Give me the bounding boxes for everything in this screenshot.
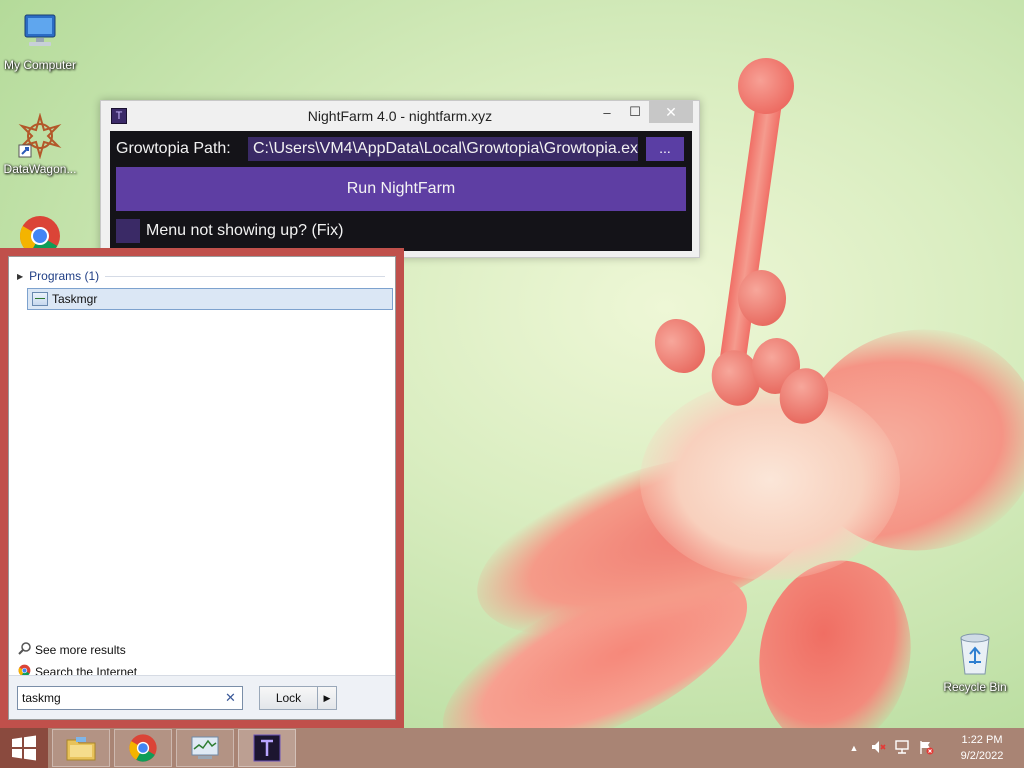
taskbar: ▲ 1:22 PM 9/2/2022 xyxy=(0,728,1024,768)
recycle-bin-icon xyxy=(951,630,999,678)
folder-icon xyxy=(66,737,96,761)
search-input[interactable] xyxy=(17,686,243,710)
see-more-results-link[interactable]: See more results xyxy=(17,642,126,658)
action-center-flag-icon[interactable] xyxy=(916,739,936,758)
search-result-taskmgr[interactable]: Taskmgr xyxy=(27,288,393,310)
result-label: Taskmgr xyxy=(52,292,98,306)
nightfarm-window: T NightFarm 4.0 - nightfarm.xyz – ☐ ✕ Gr… xyxy=(100,100,700,258)
power-options-arrow-icon[interactable]: ▶ xyxy=(318,687,336,709)
taskbar-chrome[interactable] xyxy=(114,729,172,767)
window-title: NightFarm 4.0 - nightfarm.xyz xyxy=(307,108,493,124)
fix-label[interactable]: Menu not showing up? (Fix) xyxy=(146,222,343,240)
clock-date: 9/2/2022 xyxy=(960,750,1004,762)
windows-logo-icon xyxy=(12,735,36,761)
maximize-button[interactable]: ☐ xyxy=(621,101,649,123)
task-manager-icon xyxy=(32,292,48,306)
search-bar: ✕ Lock ▶ xyxy=(9,675,395,719)
datawagon-icon xyxy=(16,112,64,160)
run-button[interactable]: Run NightFarm xyxy=(116,167,686,211)
programs-section-header[interactable]: ▶ Programs (1) xyxy=(17,269,385,283)
network-icon[interactable] xyxy=(892,739,912,758)
desktop-icon-datawagon[interactable]: DataWagon... xyxy=(0,112,80,176)
desktop-icon-label: Recycle Bin xyxy=(943,680,1007,694)
desktop-icon-label: DataWagon... xyxy=(3,162,77,176)
chrome-icon xyxy=(129,734,157,762)
window-controls: – ☐ ✕ xyxy=(593,101,693,123)
desktop-icon-label: My Computer xyxy=(3,58,77,72)
system-tray: ▲ 1:22 PM 9/2/2022 xyxy=(844,728,1024,768)
start-button[interactable] xyxy=(0,728,48,768)
clock-time: 1:22 PM xyxy=(961,734,1003,746)
computer-icon xyxy=(16,8,64,56)
desktop-icon-my-computer[interactable]: My Computer xyxy=(0,8,80,72)
clock[interactable]: 1:22 PM 9/2/2022 xyxy=(946,732,1018,764)
section-title: Programs (1) xyxy=(29,269,100,283)
start-search-panel: ▶ Programs (1) Taskmgr See more results xyxy=(0,248,404,728)
show-hidden-icons-arrow[interactable]: ▲ xyxy=(844,743,864,753)
window-titlebar[interactable]: T NightFarm 4.0 - nightfarm.xyz – ☐ ✕ xyxy=(101,101,699,131)
desktop-icon-recycle-bin[interactable]: Recycle Bin xyxy=(935,630,1015,694)
nightfarm-app-icon: T xyxy=(111,108,127,124)
expand-arrow-icon: ▶ xyxy=(17,271,24,281)
taskbar-nightfarm[interactable] xyxy=(238,729,296,767)
nightfarm-panel: Growtopia Path: C:\Users\VM4\AppData\Loc… xyxy=(110,131,692,251)
task-manager-icon xyxy=(191,736,219,759)
lock-button[interactable]: Lock xyxy=(260,687,318,709)
search-icon xyxy=(17,642,31,658)
power-button: Lock ▶ xyxy=(259,686,337,710)
clear-search-icon[interactable]: ✕ xyxy=(225,690,236,706)
nightfarm-icon xyxy=(253,734,281,762)
minimize-button[interactable]: – xyxy=(593,101,621,123)
fix-checkbox[interactable] xyxy=(116,219,140,243)
close-button[interactable]: ✕ xyxy=(649,101,693,123)
path-label: Growtopia Path: xyxy=(116,140,231,157)
browse-button[interactable]: ... xyxy=(646,137,684,161)
taskbar-task-manager[interactable] xyxy=(176,729,234,767)
speaker-muted-icon[interactable] xyxy=(868,739,888,758)
taskbar-file-explorer[interactable] xyxy=(52,729,110,767)
path-field[interactable]: C:\Users\VM4\AppData\Local\Growtopia\Gro… xyxy=(248,137,638,161)
